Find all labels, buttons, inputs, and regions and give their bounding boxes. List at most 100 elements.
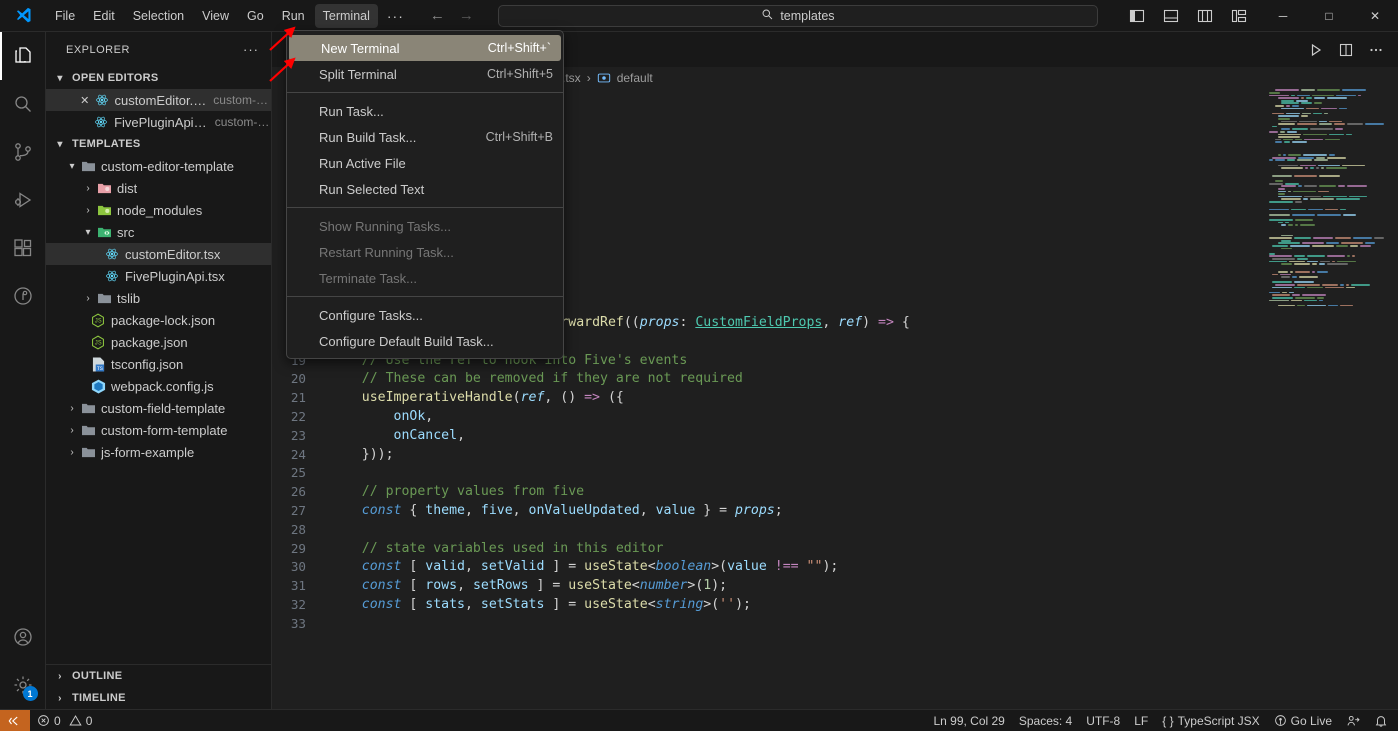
activity-accounts[interactable] bbox=[0, 613, 46, 661]
chevron-down-icon[interactable]: ▾ bbox=[64, 161, 80, 172]
menu-item-configure-default-build-task[interactable]: Configure Default Build Task... bbox=[287, 328, 563, 354]
tree-item-custom-form-template[interactable]: › custom-form-template bbox=[46, 419, 271, 441]
menu-item-configure-tasks[interactable]: Configure Tasks... bbox=[287, 302, 563, 328]
status-problems[interactable]: 0 0 bbox=[30, 710, 99, 731]
open-editor-item-fivepluginapi[interactable]: FivePluginApi.tsx custom-e... bbox=[46, 111, 271, 133]
toggle-panel-icon[interactable] bbox=[1156, 3, 1186, 29]
breadcrumb-symbol[interactable]: default bbox=[617, 71, 653, 85]
tree-item-package-lock-json[interactable]: JS package-lock.json bbox=[46, 309, 271, 331]
menu-view[interactable]: View bbox=[194, 4, 237, 28]
code-line[interactable]: 23 onCancel, bbox=[272, 427, 1398, 446]
chevron-right-icon[interactable]: › bbox=[64, 403, 80, 414]
status-eol[interactable]: LF bbox=[1127, 710, 1155, 731]
code-line[interactable]: 22 onOk, bbox=[272, 408, 1398, 427]
arrow-left-icon[interactable]: ← bbox=[430, 8, 445, 23]
section-outline[interactable]: › OUTLINE bbox=[46, 665, 271, 687]
chevron-right-icon[interactable]: › bbox=[80, 293, 96, 304]
code-line[interactable]: 32 const [ stats, setStats ] = useState<… bbox=[272, 596, 1398, 615]
minimize-button[interactable]: ─ bbox=[1260, 0, 1306, 32]
menu-item-run-active-file[interactable]: Run Active File bbox=[287, 150, 563, 176]
chevron-down-icon[interactable]: ▾ bbox=[80, 227, 96, 238]
menu-selection[interactable]: Selection bbox=[125, 4, 192, 28]
menu-item-run-task[interactable]: Run Task... bbox=[287, 98, 563, 124]
tree-item-fivepluginapi-tsx[interactable]: FivePluginApi.tsx bbox=[46, 265, 271, 287]
section-templates[interactable]: ▾ TEMPLATES bbox=[46, 133, 271, 155]
minimap-token bbox=[1296, 100, 1308, 102]
close-icon[interactable]: ✕ bbox=[76, 94, 94, 107]
tree-item-webpack-config-js[interactable]: webpack.config.js bbox=[46, 375, 271, 397]
status-go-live[interactable]: Go Live bbox=[1267, 710, 1339, 731]
status-live-share[interactable] bbox=[1339, 710, 1367, 731]
tree-item-tsconfig-json[interactable]: TS tsconfig.json bbox=[46, 353, 271, 375]
menu-file[interactable]: File bbox=[47, 4, 83, 28]
menu-item-run-selected-text[interactable]: Run Selected Text bbox=[287, 176, 563, 202]
run-icon[interactable] bbox=[1302, 36, 1330, 64]
tree-item-customeditor-tsx[interactable]: customEditor.tsx bbox=[46, 243, 271, 265]
maximize-button[interactable]: □ bbox=[1306, 0, 1352, 32]
section-timeline[interactable]: › TIMELINE bbox=[46, 687, 271, 709]
code-line[interactable]: 20 // These can be removed if they are n… bbox=[272, 370, 1398, 389]
status-encoding[interactable]: UTF-8 bbox=[1079, 710, 1127, 731]
explorer-tree[interactable]: ▾ OPEN EDITORS ✕ customEditor.tsx custom… bbox=[46, 67, 271, 664]
menu-go[interactable]: Go bbox=[239, 4, 272, 28]
overview-ruler[interactable] bbox=[1384, 89, 1398, 709]
menu-overflow-button[interactable]: ··· bbox=[379, 6, 412, 26]
chevron-right-icon[interactable]: › bbox=[80, 205, 96, 216]
code-line[interactable]: 31 const [ rows, setRows ] = useState<nu… bbox=[272, 577, 1398, 596]
section-open-editors[interactable]: ▾ OPEN EDITORS bbox=[46, 67, 271, 89]
activity-source-control[interactable] bbox=[0, 128, 46, 176]
tree-item-src[interactable]: ▾ src bbox=[46, 221, 271, 243]
code-line[interactable]: 27 const { theme, five, onValueUpdated, … bbox=[272, 502, 1398, 521]
activity-extensions[interactable] bbox=[0, 224, 46, 272]
terminal-menu-dropdown[interactable]: New TerminalCtrl+Shift+`Split TerminalCt… bbox=[286, 30, 564, 359]
tree-item-dist[interactable]: › dist bbox=[46, 177, 271, 199]
menu-item-run-build-task[interactable]: Run Build Task...Ctrl+Shift+B bbox=[287, 124, 563, 150]
sidebar-more-actions-icon[interactable]: ··· bbox=[243, 42, 263, 57]
split-editor-icon[interactable] bbox=[1332, 36, 1360, 64]
chevron-right-icon[interactable]: › bbox=[64, 447, 80, 458]
menu-edit[interactable]: Edit bbox=[85, 4, 123, 28]
code-line[interactable]: 29 // state variables used in this edito… bbox=[272, 540, 1398, 559]
code-line[interactable]: 30 const [ valid, setValid ] = useState<… bbox=[272, 558, 1398, 577]
customize-layout-icon[interactable] bbox=[1224, 3, 1254, 29]
error-icon bbox=[37, 714, 50, 727]
tree-item-package-json[interactable]: JS package.json bbox=[46, 331, 271, 353]
menu-item-split-terminal[interactable]: Split TerminalCtrl+Shift+5 bbox=[287, 61, 563, 87]
code-line[interactable]: 26 // property values from five bbox=[272, 483, 1398, 502]
code-line[interactable]: 24 })); bbox=[272, 446, 1398, 465]
more-actions-icon[interactable] bbox=[1362, 36, 1390, 64]
code-line[interactable]: 25 bbox=[272, 464, 1398, 483]
minimap-token bbox=[1347, 185, 1367, 187]
activity-run-debug[interactable] bbox=[0, 176, 46, 224]
close-button[interactable]: ✕ bbox=[1352, 0, 1398, 32]
tree-item-tslib[interactable]: › tslib bbox=[46, 287, 271, 309]
chevron-right-icon[interactable]: › bbox=[80, 183, 96, 194]
code-line[interactable]: 33 bbox=[272, 615, 1398, 634]
minimap[interactable] bbox=[1266, 89, 1384, 709]
open-editor-item-customeditor[interactable]: ✕ customEditor.tsx custom-e... bbox=[46, 89, 271, 111]
arrow-right-icon[interactable]: → bbox=[459, 8, 474, 23]
code-line[interactable]: 28 bbox=[272, 521, 1398, 540]
status-cursor-position[interactable]: Ln 99, Col 29 bbox=[926, 710, 1011, 731]
activity-manage-settings[interactable]: 1 bbox=[0, 661, 46, 709]
remote-window-icon[interactable] bbox=[0, 710, 30, 731]
menu-run[interactable]: Run bbox=[274, 4, 313, 28]
tree-item-custom-editor-template[interactable]: ▾ custom-editor-template bbox=[46, 155, 271, 177]
tree-item-node-modules[interactable]: › node_modules bbox=[46, 199, 271, 221]
tree-item-js-form-example[interactable]: › js-form-example bbox=[46, 441, 271, 463]
activity-explorer[interactable] bbox=[0, 32, 46, 80]
status-language-mode[interactable]: { } TypeScript JSX bbox=[1155, 710, 1266, 731]
code-line[interactable]: 21 useImperativeHandle(ref, () => ({ bbox=[272, 389, 1398, 408]
search-input[interactable]: templates bbox=[498, 5, 1098, 27]
status-indentation[interactable]: Spaces: 4 bbox=[1012, 710, 1079, 731]
menu-terminal[interactable]: Terminal bbox=[315, 4, 378, 28]
menu-item-new-terminal[interactable]: New TerminalCtrl+Shift+` bbox=[289, 35, 561, 61]
toggle-primary-sidebar-icon[interactable] bbox=[1122, 3, 1152, 29]
toggle-secondary-sidebar-icon[interactable] bbox=[1190, 3, 1220, 29]
status-notifications[interactable] bbox=[1367, 710, 1398, 731]
menu-bar[interactable]: File Edit Selection View Go Run Terminal… bbox=[46, 0, 412, 31]
activity-testing[interactable] bbox=[0, 272, 46, 320]
activity-search[interactable] bbox=[0, 80, 46, 128]
tree-item-custom-field-template[interactable]: › custom-field-template bbox=[46, 397, 271, 419]
chevron-right-icon[interactable]: › bbox=[64, 425, 80, 436]
